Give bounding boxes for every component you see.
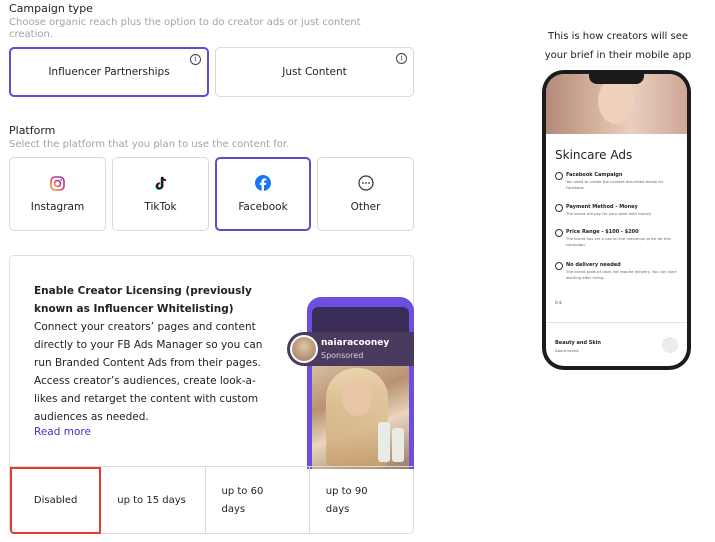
platform-facebook[interactable]: Facebook [215,157,311,231]
option-just-content[interactable]: i Just Content [215,47,414,97]
ellipsis-icon [357,175,374,191]
platform-label-text: TikTok [144,201,177,213]
duration-option-label: up to 90 days [325,485,368,515]
option-influencer-partnerships[interactable]: i Influencer Partnerships [9,47,209,97]
duration-option[interactable]: up to 60 days [206,467,310,534]
brief-item: No delivery needed The brand product doe… [555,262,681,281]
brief-item-title: Facebook Campaign [555,172,681,180]
campaign-type-sub: Choose organic reach plus the option to … [9,17,361,40]
licensing-title: Enable Creator Licensing (previously kno… [34,285,252,315]
sponsored-account: naiaracooney [321,338,390,348]
creator-licensing-card: Enable Creator Licensing (previously kno… [9,255,414,534]
platform-label: Platform [9,124,56,137]
licensing-description: Connect your creators’ pages and content… [34,321,263,423]
option-label: Just Content [282,66,347,78]
option-label: Influencer Partnerships [48,66,170,78]
brief-item-title: Payment Method - Money [555,204,681,212]
brief-item-desc: The brand will pay for your work with mo… [566,211,652,216]
platform-instagram[interactable]: Instagram [9,157,106,231]
platform-tiktok[interactable]: TikTok [112,157,209,231]
brief-item: Payment Method - Money The brand will pa… [555,204,681,217]
brief-title: Skincare Ads [555,148,633,162]
tiktok-icon [153,175,169,191]
avatar [290,335,318,363]
sponsored-post-header: naiaracooney Sponsored [287,332,414,366]
brief-item-title: No delivery needed [555,262,681,270]
sponsored-tag: Sponsored [321,351,364,360]
duration-option[interactable]: up to 15 days [101,467,206,534]
platform-label-text: Other [350,201,381,213]
preview-caption: This is how creators will see your brief… [544,31,692,61]
platform-label-text: Instagram [30,201,85,213]
platform-sub: Select the platform that you plan to use… [9,139,290,150]
campaign-type-label: Campaign type [9,2,93,15]
attachment-icon [662,337,678,353]
duration-option[interactable]: up to 90 days [310,467,413,534]
duration-option[interactable]: Disabled [10,467,102,534]
brief-item-desc: The brand has set a cap on the maximum p… [566,236,671,247]
creator-photo [312,362,409,469]
instagram-icon [50,175,66,191]
brief-item-title: Price Range - $100 - $200 [555,229,681,237]
brief-item-desc: You need to create the content described… [566,179,664,190]
info-icon[interactable]: i [396,53,407,64]
mobile-brief-preview: Skincare Ads Facebook Campaign You need … [542,70,691,370]
brief-item: Price Range - $100 - $200 The brand has … [555,229,681,248]
brief-link: link [555,300,563,305]
brief-item-desc: The brand product does not require deliv… [566,269,677,280]
brief-item: Facebook Campaign You need to create the… [555,172,681,191]
read-more-link[interactable]: Read more [34,426,91,438]
platform-other[interactable]: Other [317,157,414,231]
facebook-icon [255,175,271,191]
licensing-duration-selector: Disabled up to 15 days up to 60 days up … [10,466,413,534]
brief-category-sub: About brand [555,348,579,353]
info-icon[interactable]: i [190,54,201,65]
platform-label-text: Facebook [238,201,288,213]
brief-category: Beauty and Skin [555,340,601,346]
phone-preview [307,297,414,469]
duration-option-label: up to 60 days [221,485,264,515]
